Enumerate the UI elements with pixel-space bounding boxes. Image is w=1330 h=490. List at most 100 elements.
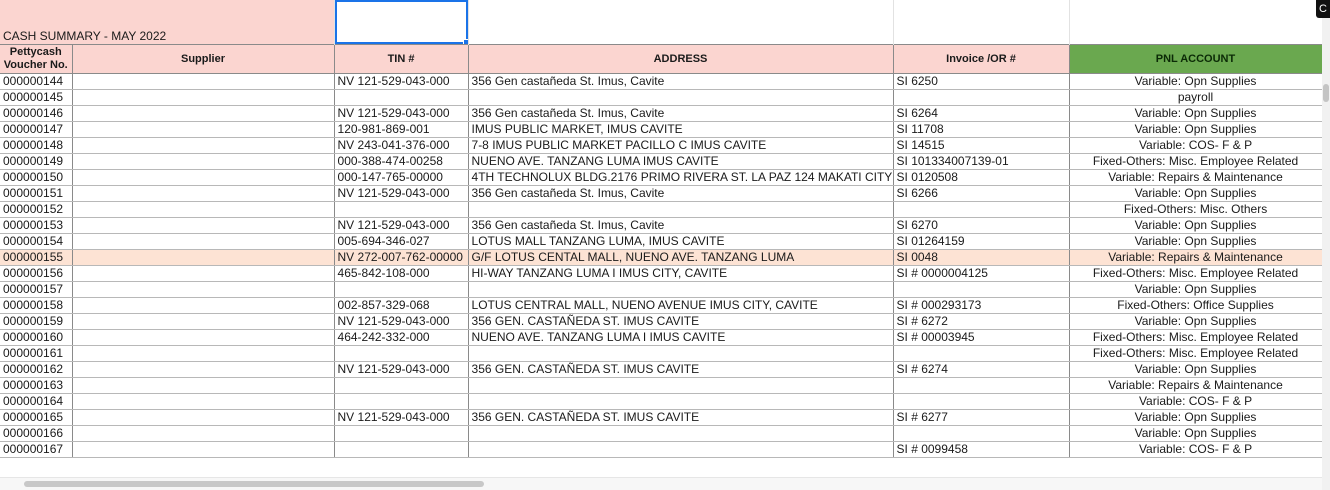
cell-invoice[interactable]: SI # 0000004125: [893, 265, 1070, 282]
cell-supplier[interactable]: [72, 89, 335, 106]
cell-invoice[interactable]: SI 14515: [893, 137, 1070, 154]
cell-invoice[interactable]: [893, 89, 1070, 106]
header-invoice[interactable]: Invoice /OR #: [893, 44, 1070, 74]
cell-supplier[interactable]: [72, 361, 335, 378]
cell-pnl-account[interactable]: Variable: Opn Supplies: [1069, 185, 1322, 202]
empty-cell[interactable]: [468, 0, 894, 45]
cell-supplier[interactable]: [72, 249, 335, 266]
cell-invoice[interactable]: SI 0120508: [893, 169, 1070, 186]
corner-button[interactable]: C: [1316, 0, 1330, 18]
cell-voucher[interactable]: 000000146: [0, 105, 73, 122]
cell-invoice[interactable]: [893, 201, 1070, 218]
cell-pnl-account[interactable]: Variable: Repairs & Maintenance: [1069, 377, 1322, 394]
cell-supplier[interactable]: [72, 73, 335, 90]
cell-tin[interactable]: NV 121-529-043-000: [334, 185, 469, 202]
cell-supplier[interactable]: [72, 345, 335, 362]
cell-pnl-account[interactable]: Variable: Opn Supplies: [1069, 281, 1322, 298]
cell-voucher[interactable]: 000000165: [0, 409, 73, 426]
cell-invoice[interactable]: SI # 6272: [893, 313, 1070, 330]
cell-address[interactable]: LOTUS CENTRAL MALL, NUENO AVENUE IMUS CI…: [468, 297, 894, 314]
cell-pnl-account[interactable]: Variable: Opn Supplies: [1069, 121, 1322, 138]
cell-invoice[interactable]: SI # 00003945: [893, 329, 1070, 346]
cell-address[interactable]: NUENO AVE. TANZANG LUMA IMUS CAVITE: [468, 153, 894, 170]
cell-tin[interactable]: [334, 425, 469, 442]
cell-tin[interactable]: 000-388-474-00258: [334, 153, 469, 170]
cell-voucher[interactable]: 000000155: [0, 249, 73, 266]
cell-address[interactable]: 356 Gen castañeda St. Imus, Cavite: [468, 73, 894, 90]
cell-tin[interactable]: 002-857-329-068: [334, 297, 469, 314]
cell-supplier[interactable]: [72, 265, 335, 282]
cell-tin[interactable]: NV 121-529-043-000: [334, 361, 469, 378]
cell-voucher[interactable]: 000000159: [0, 313, 73, 330]
cell-tin[interactable]: [334, 393, 469, 410]
cell-voucher[interactable]: 000000147: [0, 121, 73, 138]
cell-supplier[interactable]: [72, 297, 335, 314]
cell-pnl-account[interactable]: Variable: COS- F & P: [1069, 137, 1322, 154]
cell-voucher[interactable]: 000000161: [0, 345, 73, 362]
cell-address[interactable]: IMUS PUBLIC MARKET, IMUS CAVITE: [468, 121, 894, 138]
cell-pnl-account[interactable]: Variable: Opn Supplies: [1069, 313, 1322, 330]
cell-supplier[interactable]: [72, 217, 335, 234]
cell-tin[interactable]: NV 272-007-762-00000: [334, 249, 469, 266]
cell-invoice[interactable]: SI 11708: [893, 121, 1070, 138]
cell-address[interactable]: 7-8 IMUS PUBLIC MARKET PACILLO C IMUS CA…: [468, 137, 894, 154]
fill-handle[interactable]: [462, 39, 468, 45]
header-pnl-account[interactable]: PNL ACCOUNT: [1069, 44, 1322, 74]
cell-pnl-account[interactable]: Variable: Repairs & Maintenance: [1069, 169, 1322, 186]
cell-address[interactable]: [468, 89, 894, 106]
empty-cell[interactable]: [893, 0, 1070, 45]
cell-voucher[interactable]: 000000163: [0, 377, 73, 394]
cell-tin[interactable]: 465-842-108-000: [334, 265, 469, 282]
cell-tin[interactable]: 000-147-765-00000: [334, 169, 469, 186]
cell-supplier[interactable]: [72, 185, 335, 202]
cell-address[interactable]: 356 GEN. CASTAÑEDA ST. IMUS CAVITE: [468, 361, 894, 378]
cell-invoice[interactable]: SI 0048: [893, 249, 1070, 266]
cell-invoice[interactable]: SI # 000293173: [893, 297, 1070, 314]
cell-pnl-account[interactable]: Variable: Opn Supplies: [1069, 217, 1322, 234]
cell-tin[interactable]: [334, 281, 469, 298]
cell-voucher[interactable]: 000000149: [0, 153, 73, 170]
header-supplier[interactable]: Supplier: [72, 44, 335, 74]
cell-pnl-account[interactable]: Variable: Repairs & Maintenance: [1069, 249, 1322, 266]
cell-voucher[interactable]: 000000167: [0, 441, 73, 458]
cell-address[interactable]: G/F LOTUS CENTAL MALL, NUENO AVE. TANZAN…: [468, 249, 894, 266]
cell-pnl-account[interactable]: Variable: Opn Supplies: [1069, 409, 1322, 426]
cell-tin[interactable]: NV 121-529-043-000: [334, 409, 469, 426]
cell-supplier[interactable]: [72, 441, 335, 458]
cell-voucher[interactable]: 000000157: [0, 281, 73, 298]
empty-cell[interactable]: [1069, 0, 1322, 45]
cell-invoice[interactable]: [893, 281, 1070, 298]
cell-address[interactable]: 4TH TECHNOLUX BLDG.2176 PRIMO RIVERA ST.…: [468, 169, 894, 186]
cell-supplier[interactable]: [72, 201, 335, 218]
cell-invoice[interactable]: [893, 345, 1070, 362]
cell-tin[interactable]: [334, 201, 469, 218]
cell-voucher[interactable]: 000000150: [0, 169, 73, 186]
cell-pnl-account[interactable]: payroll: [1069, 89, 1322, 106]
cell-pnl-account[interactable]: Variable: COS- F & P: [1069, 441, 1322, 458]
cell-pnl-account[interactable]: Fixed-Others: Misc. Others: [1069, 201, 1322, 218]
cell-pnl-account[interactable]: Variable: Opn Supplies: [1069, 73, 1322, 90]
cell-tin[interactable]: NV 121-529-043-000: [334, 313, 469, 330]
cell-pnl-account[interactable]: Fixed-Others: Misc. Employee Related: [1069, 153, 1322, 170]
vertical-scroll-thumb[interactable]: [1323, 84, 1329, 102]
cell-invoice[interactable]: SI 01264159: [893, 233, 1070, 250]
cell-pnl-account[interactable]: Variable: Opn Supplies: [1069, 425, 1322, 442]
cell-invoice[interactable]: SI 101334007139-01: [893, 153, 1070, 170]
cell-voucher[interactable]: 000000154: [0, 233, 73, 250]
cell-supplier[interactable]: [72, 137, 335, 154]
header-voucher[interactable]: Pettycash Voucher No.: [0, 44, 73, 74]
cell-address[interactable]: HI-WAY TANZANG LUMA I IMUS CITY, CAVITE: [468, 265, 894, 282]
spreadsheet[interactable]: CASH SUMMARY - MAY 2022 Pettycash Vouche…: [0, 0, 1322, 490]
cell-invoice[interactable]: SI # 0099458: [893, 441, 1070, 458]
selected-cell[interactable]: [334, 0, 469, 45]
cell-invoice[interactable]: SI # 6277: [893, 409, 1070, 426]
cell-invoice[interactable]: [893, 393, 1070, 410]
cell-address[interactable]: [468, 201, 894, 218]
cell-address[interactable]: [468, 425, 894, 442]
cell-tin[interactable]: NV 121-529-043-000: [334, 217, 469, 234]
cell-invoice[interactable]: SI 6250: [893, 73, 1070, 90]
cell-pnl-account[interactable]: Variable: Opn Supplies: [1069, 361, 1322, 378]
cell-address[interactable]: 356 GEN. CASTAÑEDA ST. IMUS CAVITE: [468, 313, 894, 330]
cell-address[interactable]: [468, 441, 894, 458]
cell-invoice[interactable]: SI 6270: [893, 217, 1070, 234]
